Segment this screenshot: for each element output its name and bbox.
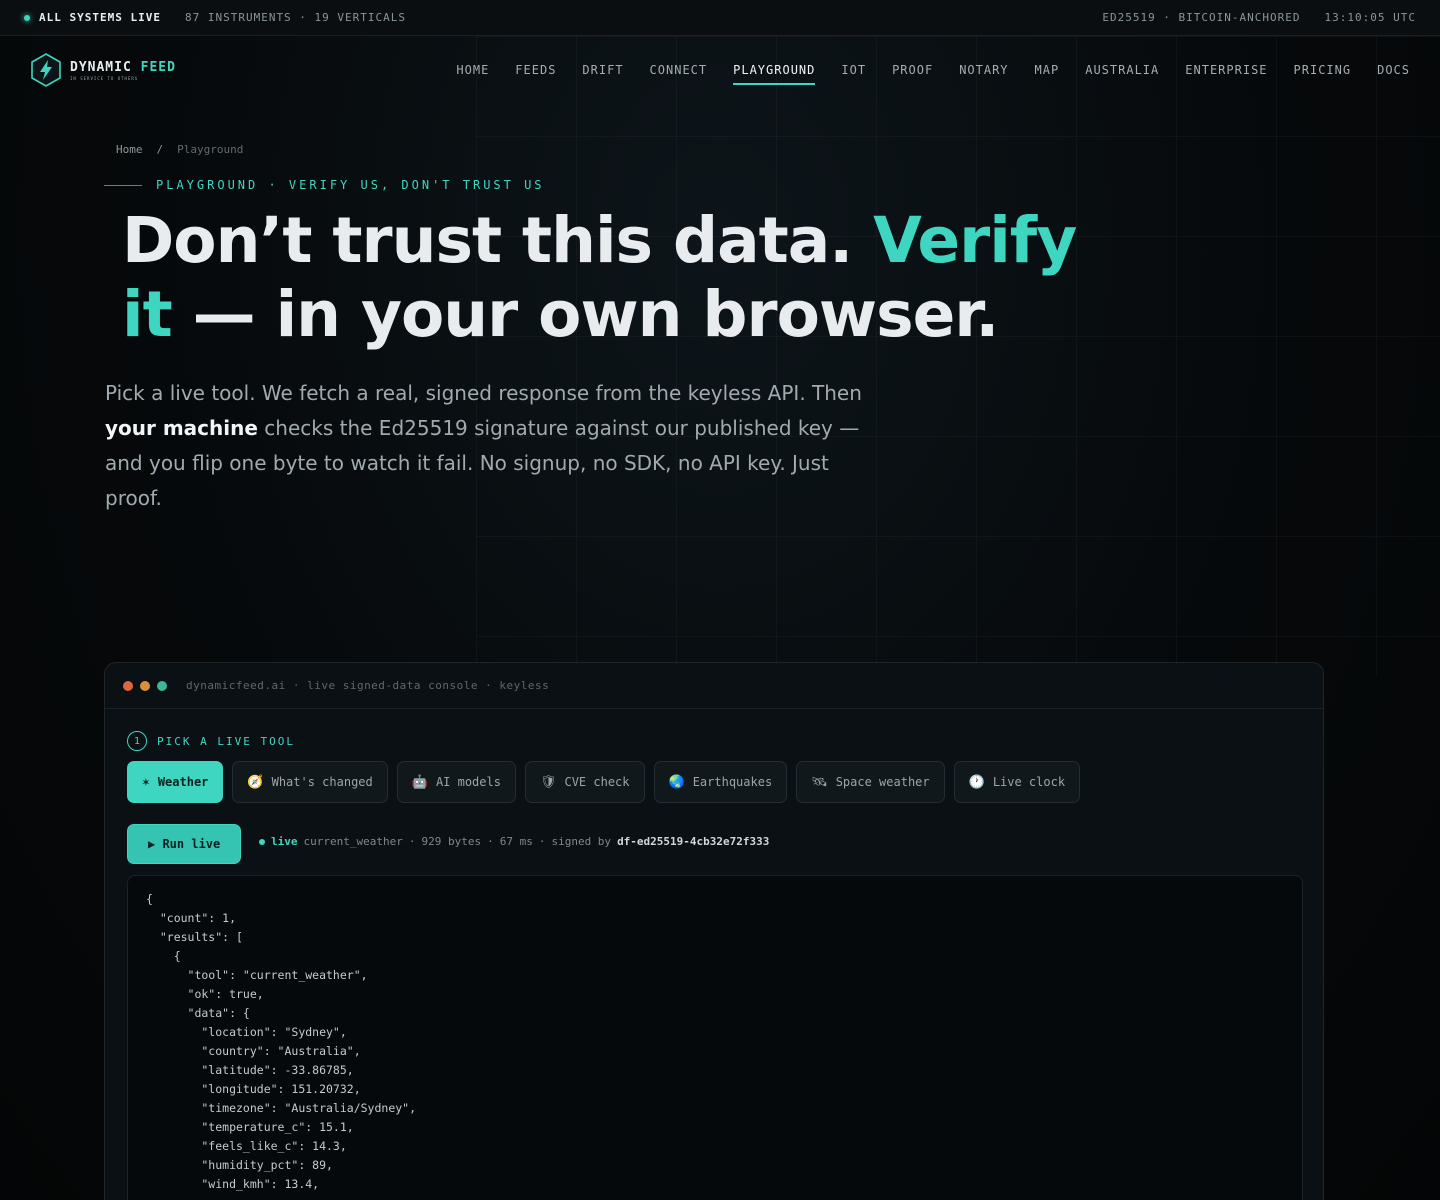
brand-tagline: IN SERVICE TO OTHERS	[70, 75, 139, 81]
tool-label: Earthquakes	[692, 775, 773, 789]
nav-iot[interactable]: IOT	[841, 57, 866, 83]
nav-home[interactable]: HOME	[456, 57, 489, 83]
eyebrow-text: PLAYGROUND · VERIFY US, DON'T TRUST US	[156, 178, 545, 192]
status-dot-icon	[24, 14, 30, 21]
tool-label: Live clock	[992, 775, 1066, 789]
response-meta: live current_weather · 929 bytes · 67 ms…	[259, 835, 769, 848]
breadcrumb: Home / Playground	[116, 143, 243, 156]
tool-icon: 🌏	[668, 774, 685, 790]
window-close-dot	[123, 680, 133, 691]
json-response: { "count": 1, "results": [ { "tool": "cu…	[146, 892, 417, 1191]
tool-live-clock[interactable]: 🕐 Live clock	[953, 761, 1081, 803]
tool-label: AI models	[435, 775, 501, 789]
tool-icon: ✶	[142, 774, 150, 790]
site-header: DYNAMIC FEED IN SERVICE TO OTHERS HOME FE…	[0, 36, 1440, 104]
step-pick-tool: 1 PICK A LIVE TOOL	[127, 731, 295, 751]
nav-proof[interactable]: PROOF	[892, 57, 933, 83]
status-anchor: ED25519 · BITCOIN-ANCHORED	[1102, 11, 1301, 24]
meta-bytes: 929 bytes	[421, 835, 482, 848]
meta-tool: current_weather	[303, 835, 403, 848]
intro-paragraph: Pick a live tool. We fetch a real, signe…	[105, 381, 862, 510]
background-grid	[476, 36, 1440, 676]
main-nav: HOME FEEDS DRIFT CONNECT PLAYGROUND IOT PROOF N…	[456, 57, 1410, 85]
console-title-bar: dynamicfeed.ai · live signed-data consol…	[105, 663, 1323, 709]
tool-picker: ✶ Weather 🧭 What's changed 🤖 AI models 🛡 CVE ch…	[127, 761, 1081, 803]
tool-earthquakes[interactable]: 🌏 Earthquakes	[653, 761, 788, 803]
tool-weather[interactable]: ✶ Weather	[127, 761, 224, 803]
tool-what-s-changed[interactable]: 🧭 What's changed	[232, 761, 388, 803]
logo-link[interactable]: DYNAMIC FEED IN SERVICE TO OTHERS	[30, 53, 176, 87]
nav-connect[interactable]: CONNECT	[650, 57, 708, 83]
step-label: PICK A LIVE TOOL	[157, 734, 295, 748]
tool-icon: 🤖	[411, 774, 428, 790]
tool-label: Space weather	[835, 775, 930, 789]
nav-docs[interactable]: DOCS	[1377, 57, 1410, 83]
tool-icon: 🕐	[968, 774, 985, 790]
nav-pricing[interactable]: PRICING	[1294, 57, 1352, 83]
eyebrow: PLAYGROUND · VERIFY US, DON'T TRUST US	[104, 178, 545, 192]
nav-drift[interactable]: DRIFT	[582, 57, 623, 83]
tool-label: What's changed	[271, 775, 373, 789]
page-title: Don’t trust this data. Verify it — in you…	[122, 204, 1077, 351]
nav-playground[interactable]: PLAYGROUND	[733, 57, 816, 85]
console-title: dynamicfeed.ai · live signed-data consol…	[186, 679, 550, 692]
breadcrumb-home[interactable]: Home	[116, 143, 143, 156]
nav-australia[interactable]: AUSTRALIA	[1085, 57, 1159, 83]
status-live: ALL SYSTEMS LIVE	[39, 11, 161, 24]
brand-name: DYNAMIC FEED	[70, 59, 176, 75]
meta-signed-by: signed by	[551, 835, 612, 848]
eyebrow-line	[104, 184, 142, 186]
tool-icon: 🧭	[247, 774, 264, 790]
run-live-button[interactable]: ▶ Run live	[127, 824, 242, 864]
nav-feeds[interactable]: FEEDS	[515, 57, 556, 83]
tool-label: Weather	[157, 775, 209, 789]
step-number: 1	[127, 731, 147, 751]
signed-data-console: dynamicfeed.ai · live signed-data consol…	[104, 662, 1324, 1200]
meta-latency: 67 ms	[499, 835, 533, 848]
breadcrumb-current: Playground	[177, 143, 244, 156]
nav-enterprise[interactable]: ENTERPRISE	[1185, 57, 1267, 83]
nav-notary[interactable]: NOTARY	[959, 57, 1008, 83]
meta-key-id: df-ed25519-4cb32e72f333	[617, 835, 770, 848]
tool-icon: 🛡	[539, 774, 557, 790]
meta-live: live	[271, 835, 298, 848]
tool-label: CVE check	[564, 775, 630, 789]
json-response-panel[interactable]: { "count": 1, "results": [ { "tool": "cu…	[127, 875, 1303, 1200]
status-time: 13:10:05 UTC	[1324, 11, 1416, 24]
tool-space-weather[interactable]: 🛰 Space weather	[796, 761, 945, 803]
breadcrumb-separator: /	[156, 143, 164, 156]
live-dot-icon	[259, 838, 265, 845]
tool-icon: 🛰	[811, 774, 828, 790]
lightning-hexagon-icon	[31, 53, 61, 87]
tool-cve-check[interactable]: 🛡 CVE check	[524, 761, 645, 803]
window-minimize-dot	[140, 680, 150, 691]
status-bar: ALL SYSTEMS LIVE 87 INSTRUMENTS · 19 VER…	[0, 0, 1440, 36]
window-maximize-dot	[157, 680, 167, 691]
status-counts: 87 INSTRUMENTS · 19 VERTICALS	[184, 11, 407, 24]
tool-ai-models[interactable]: 🤖 AI models	[396, 761, 516, 803]
nav-map[interactable]: MAP	[1035, 57, 1060, 83]
